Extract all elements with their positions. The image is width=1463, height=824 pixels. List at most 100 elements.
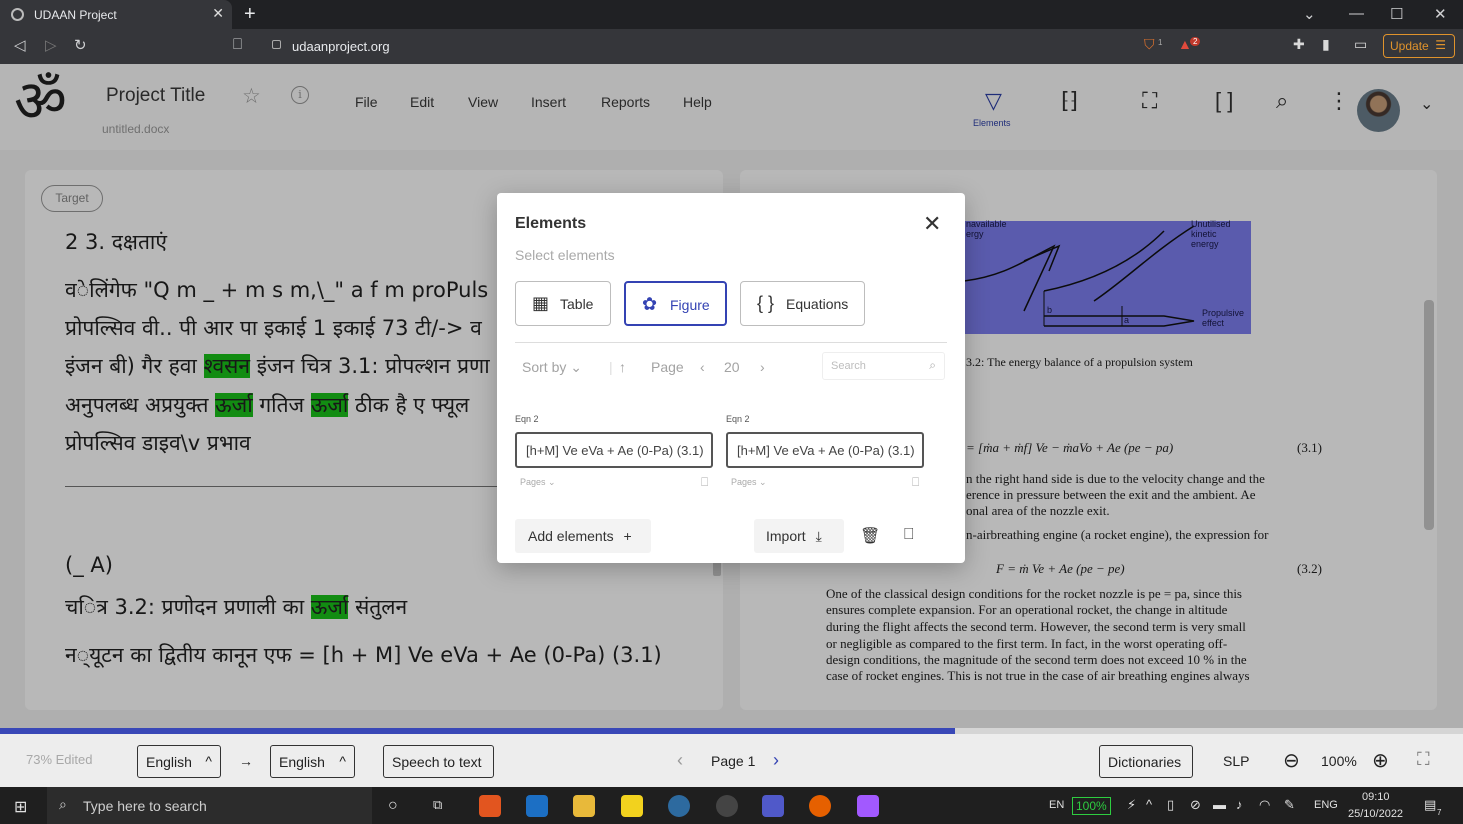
bookmark-icon[interactable]: ⎕ bbox=[904, 526, 914, 544]
chevron-up-icon: ^ bbox=[339, 753, 346, 769]
teams-app-icon[interactable] bbox=[762, 795, 784, 817]
search-icon: ⌕ bbox=[929, 358, 936, 372]
source-language-select[interactable]: English ^ bbox=[137, 745, 221, 778]
taskbar-search-input[interactable]: ⌕ Type here to search bbox=[47, 787, 372, 824]
equations-button[interactable]: { } Equations bbox=[740, 281, 865, 326]
sort-by-dropdown[interactable]: Sort by ⌄ bbox=[522, 359, 582, 376]
figure-button[interactable]: ✿ Figure bbox=[624, 281, 727, 326]
element-card[interactable]: [h+M] Ve eVa + Ae (0-Pa) (3.1) bbox=[726, 432, 924, 468]
clock-date[interactable]: 25/10/2022 bbox=[1348, 808, 1403, 820]
brave-shield-icon[interactable]: ⛉ bbox=[1144, 36, 1155, 53]
source-language-label: English bbox=[146, 754, 192, 770]
wallet-icon[interactable]: ▭ bbox=[1354, 36, 1367, 53]
pages-label: Pages bbox=[731, 477, 757, 487]
sort-direction-icon[interactable]: ↑ bbox=[619, 359, 626, 375]
page-number[interactable]: 20 bbox=[724, 359, 740, 375]
maximize-icon[interactable]: ☐ bbox=[1390, 5, 1403, 23]
figma-app-icon[interactable] bbox=[857, 795, 879, 817]
trash-icon[interactable]: 🗑 bbox=[860, 526, 880, 546]
task-view-icon[interactable]: ⧉ bbox=[433, 797, 442, 813]
update-label: Update bbox=[1390, 39, 1429, 53]
windows-start-icon[interactable]: ⊞ bbox=[14, 797, 27, 817]
dictionaries-button[interactable]: Dictionaries bbox=[1099, 745, 1193, 778]
elements-modal: Elements ✕ Select elements ▦ Table ✿ Fig… bbox=[497, 193, 965, 563]
table-label: Table bbox=[560, 296, 594, 312]
cortana-icon[interactable]: ○ bbox=[388, 797, 398, 815]
zoom-out-icon[interactable]: ⊖ bbox=[1283, 748, 1300, 773]
table-icon: ▦ bbox=[532, 293, 550, 313]
modal-subtitle: Select elements bbox=[515, 247, 615, 263]
brave-badge: 1 bbox=[1158, 38, 1163, 47]
battery-indicator[interactable]: 100% bbox=[1072, 797, 1111, 815]
app-icon[interactable] bbox=[716, 795, 738, 817]
element-label: Eqn 2 bbox=[726, 414, 750, 424]
device-icon[interactable]: ▯ bbox=[1167, 797, 1174, 813]
sidebar-icon[interactable]: ▮ bbox=[1322, 36, 1330, 53]
search-input[interactable]: Search ⌕ bbox=[822, 352, 945, 380]
browser-tab[interactable]: UDAAN Project ✕ bbox=[0, 0, 232, 29]
chevron-up-icon: ^ bbox=[205, 753, 212, 769]
minimize-icon[interactable]: — bbox=[1349, 5, 1364, 22]
import-label: Import bbox=[766, 528, 806, 544]
wifi-icon[interactable]: ◠ bbox=[1259, 797, 1270, 813]
new-tab-icon[interactable]: + bbox=[244, 3, 256, 26]
pen-icon[interactable]: ✎ bbox=[1284, 797, 1295, 813]
page-indicator: Page 1 bbox=[711, 753, 756, 769]
close-icon[interactable]: ✕ bbox=[923, 211, 941, 237]
close-tab-icon[interactable]: ✕ bbox=[212, 5, 224, 22]
speech-to-text-button[interactable]: Speech to text bbox=[383, 745, 494, 778]
next-page-icon[interactable]: › bbox=[773, 750, 779, 771]
target-language-label: English bbox=[279, 754, 325, 770]
mute-icon[interactable]: ⊘ bbox=[1190, 797, 1201, 813]
bookmark-icon[interactable]: ⎕ bbox=[233, 36, 242, 53]
forward-icon[interactable]: ▷ bbox=[45, 36, 57, 54]
element-label: Eqn 2 bbox=[515, 414, 539, 424]
prev-page-icon[interactable]: ‹ bbox=[677, 750, 683, 771]
element-card[interactable]: [h+M] Ve eVa + Ae (0-Pa) (3.1) bbox=[515, 432, 713, 468]
import-button[interactable]: Import ⤓ bbox=[754, 519, 844, 553]
keyboard-language[interactable]: ENG bbox=[1314, 799, 1338, 811]
close-window-icon[interactable]: ✕ bbox=[1434, 5, 1447, 23]
menu-icon: ☰ bbox=[1435, 38, 1446, 52]
sticky-notes-icon[interactable] bbox=[621, 795, 643, 817]
equations-label: Equations bbox=[786, 296, 849, 312]
bookmark-icon[interactable]: ⎕ bbox=[912, 475, 919, 490]
slp-button[interactable]: SLP bbox=[1223, 753, 1249, 769]
divider bbox=[515, 342, 947, 343]
table-button[interactable]: ▦ Table bbox=[515, 281, 611, 326]
add-elements-button[interactable]: Add elements + bbox=[515, 519, 651, 553]
app-icon[interactable] bbox=[668, 795, 690, 817]
input-language[interactable]: EN bbox=[1049, 799, 1064, 811]
outlook-app-icon[interactable] bbox=[526, 795, 548, 817]
pages-dropdown[interactable]: Pages ⌄ bbox=[731, 477, 767, 488]
fit-page-icon[interactable]: ⛶ bbox=[1417, 749, 1430, 770]
clock-time[interactable]: 09:10 bbox=[1362, 791, 1390, 803]
next-page-icon[interactable]: › bbox=[760, 359, 765, 375]
notifications-icon[interactable]: ▤ bbox=[1424, 797, 1436, 813]
volume-icon[interactable]: ♪ bbox=[1236, 797, 1243, 812]
url-field[interactable]: udaanproject.org bbox=[292, 39, 390, 54]
figure-label: Figure bbox=[670, 297, 710, 313]
edited-status: 73% Edited bbox=[26, 752, 93, 767]
prev-page-icon[interactable]: ‹ bbox=[700, 359, 705, 375]
taskbar-search-placeholder: Type here to search bbox=[83, 798, 207, 814]
braces-icon: { } bbox=[757, 293, 775, 313]
download-icon: ⤓ bbox=[815, 528, 822, 544]
battery-icon[interactable]: ▬ bbox=[1213, 797, 1226, 812]
file-explorer-icon[interactable] bbox=[573, 795, 595, 817]
chevron-up-icon[interactable]: ^ bbox=[1146, 797, 1152, 812]
search-icon: ⌕ bbox=[59, 796, 67, 812]
target-language-select[interactable]: English ^ bbox=[270, 745, 355, 778]
bookmark-icon[interactable]: ⎕ bbox=[701, 475, 708, 490]
zoom-in-icon[interactable]: ⊕ bbox=[1372, 748, 1389, 773]
firefox-app-icon[interactable] bbox=[809, 795, 831, 817]
back-icon[interactable]: ◁ bbox=[14, 36, 26, 54]
notification-count: 7 bbox=[1437, 808, 1442, 817]
brave-app-icon[interactable] bbox=[479, 795, 501, 817]
chevron-down-icon[interactable]: ⌄ bbox=[1303, 5, 1316, 23]
tab-title: UDAAN Project bbox=[34, 8, 117, 22]
pages-dropdown[interactable]: Pages ⌄ bbox=[520, 477, 556, 488]
update-button[interactable]: Update ☰ bbox=[1383, 34, 1455, 58]
extensions-icon[interactable]: ✚ bbox=[1293, 36, 1305, 53]
reload-icon[interactable]: ↻ bbox=[74, 36, 87, 54]
